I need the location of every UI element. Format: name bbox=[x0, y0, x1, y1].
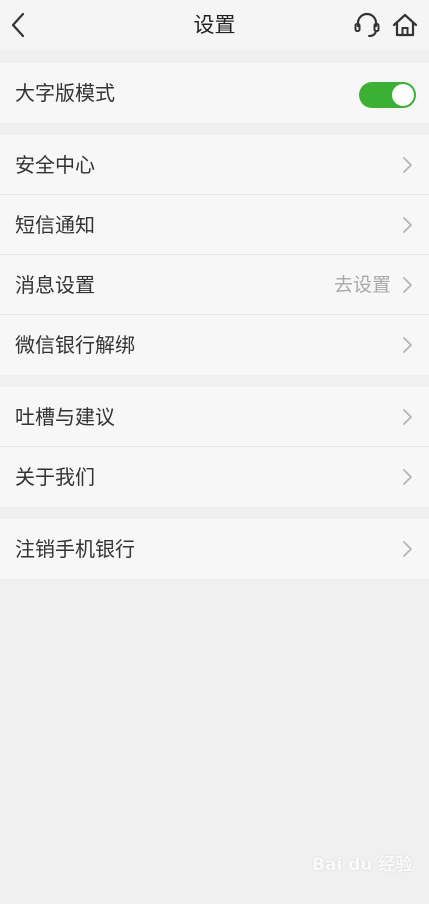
list-item-label: 吐槽与建议 bbox=[15, 405, 115, 429]
header-bar: 设置 bbox=[0, 0, 429, 50]
list-item-feedback[interactable]: 吐槽与建议 bbox=[0, 387, 429, 447]
list-item-sms-notify[interactable]: 短信通知 bbox=[0, 195, 429, 255]
toggle-knob bbox=[392, 84, 414, 106]
settings-screen: 设置 大字版模式 安全中心 短信通知 消息设置 去设置 微信银行解绑 吐槽与建议… bbox=[0, 0, 429, 904]
list-item-label: 消息设置 bbox=[15, 273, 95, 297]
list-item-message-settings[interactable]: 消息设置 去设置 bbox=[0, 255, 429, 315]
chevron-right-icon bbox=[403, 409, 412, 425]
message-settings-value: 去设置 bbox=[333, 274, 391, 296]
watermark: Bai du 经验 bbox=[312, 855, 413, 875]
settings-group-1: 安全中心 短信通知 消息设置 去设置 微信银行解绑 bbox=[0, 135, 429, 375]
list-item-label: 安全中心 bbox=[15, 153, 95, 177]
large-font-label: 大字版模式 bbox=[15, 81, 115, 105]
list-item-label: 关于我们 bbox=[15, 465, 95, 489]
chevron-right-icon bbox=[403, 157, 412, 173]
back-button[interactable] bbox=[4, 8, 32, 42]
list-item-security-center[interactable]: 安全中心 bbox=[0, 135, 429, 195]
large-font-group: 大字版模式 bbox=[0, 63, 429, 123]
chevron-right-icon bbox=[403, 469, 412, 485]
chevron-right-icon bbox=[403, 337, 412, 353]
chevron-right-icon bbox=[403, 277, 412, 293]
large-font-toggle[interactable] bbox=[359, 82, 416, 108]
chevron-right-icon bbox=[403, 217, 412, 233]
list-item-label: 微信银行解绑 bbox=[15, 333, 135, 357]
list-item-label: 短信通知 bbox=[15, 213, 95, 237]
list-item-label: 注销手机银行 bbox=[15, 537, 135, 561]
chevron-right-icon bbox=[403, 541, 412, 557]
list-item-deregister[interactable]: 注销手机银行 bbox=[0, 519, 429, 579]
list-item-about-us[interactable]: 关于我们 bbox=[0, 447, 429, 507]
settings-group-3: 注销手机银行 bbox=[0, 519, 429, 579]
settings-group-2: 吐槽与建议 关于我们 bbox=[0, 387, 429, 507]
chevron-left-icon bbox=[11, 12, 25, 38]
large-font-row: 大字版模式 bbox=[0, 63, 429, 123]
customer-service-button[interactable] bbox=[352, 10, 382, 40]
home-button[interactable] bbox=[390, 10, 420, 40]
home-icon bbox=[392, 13, 418, 37]
list-item-wechat-unbind[interactable]: 微信银行解绑 bbox=[0, 315, 429, 375]
headset-icon bbox=[354, 12, 380, 37]
